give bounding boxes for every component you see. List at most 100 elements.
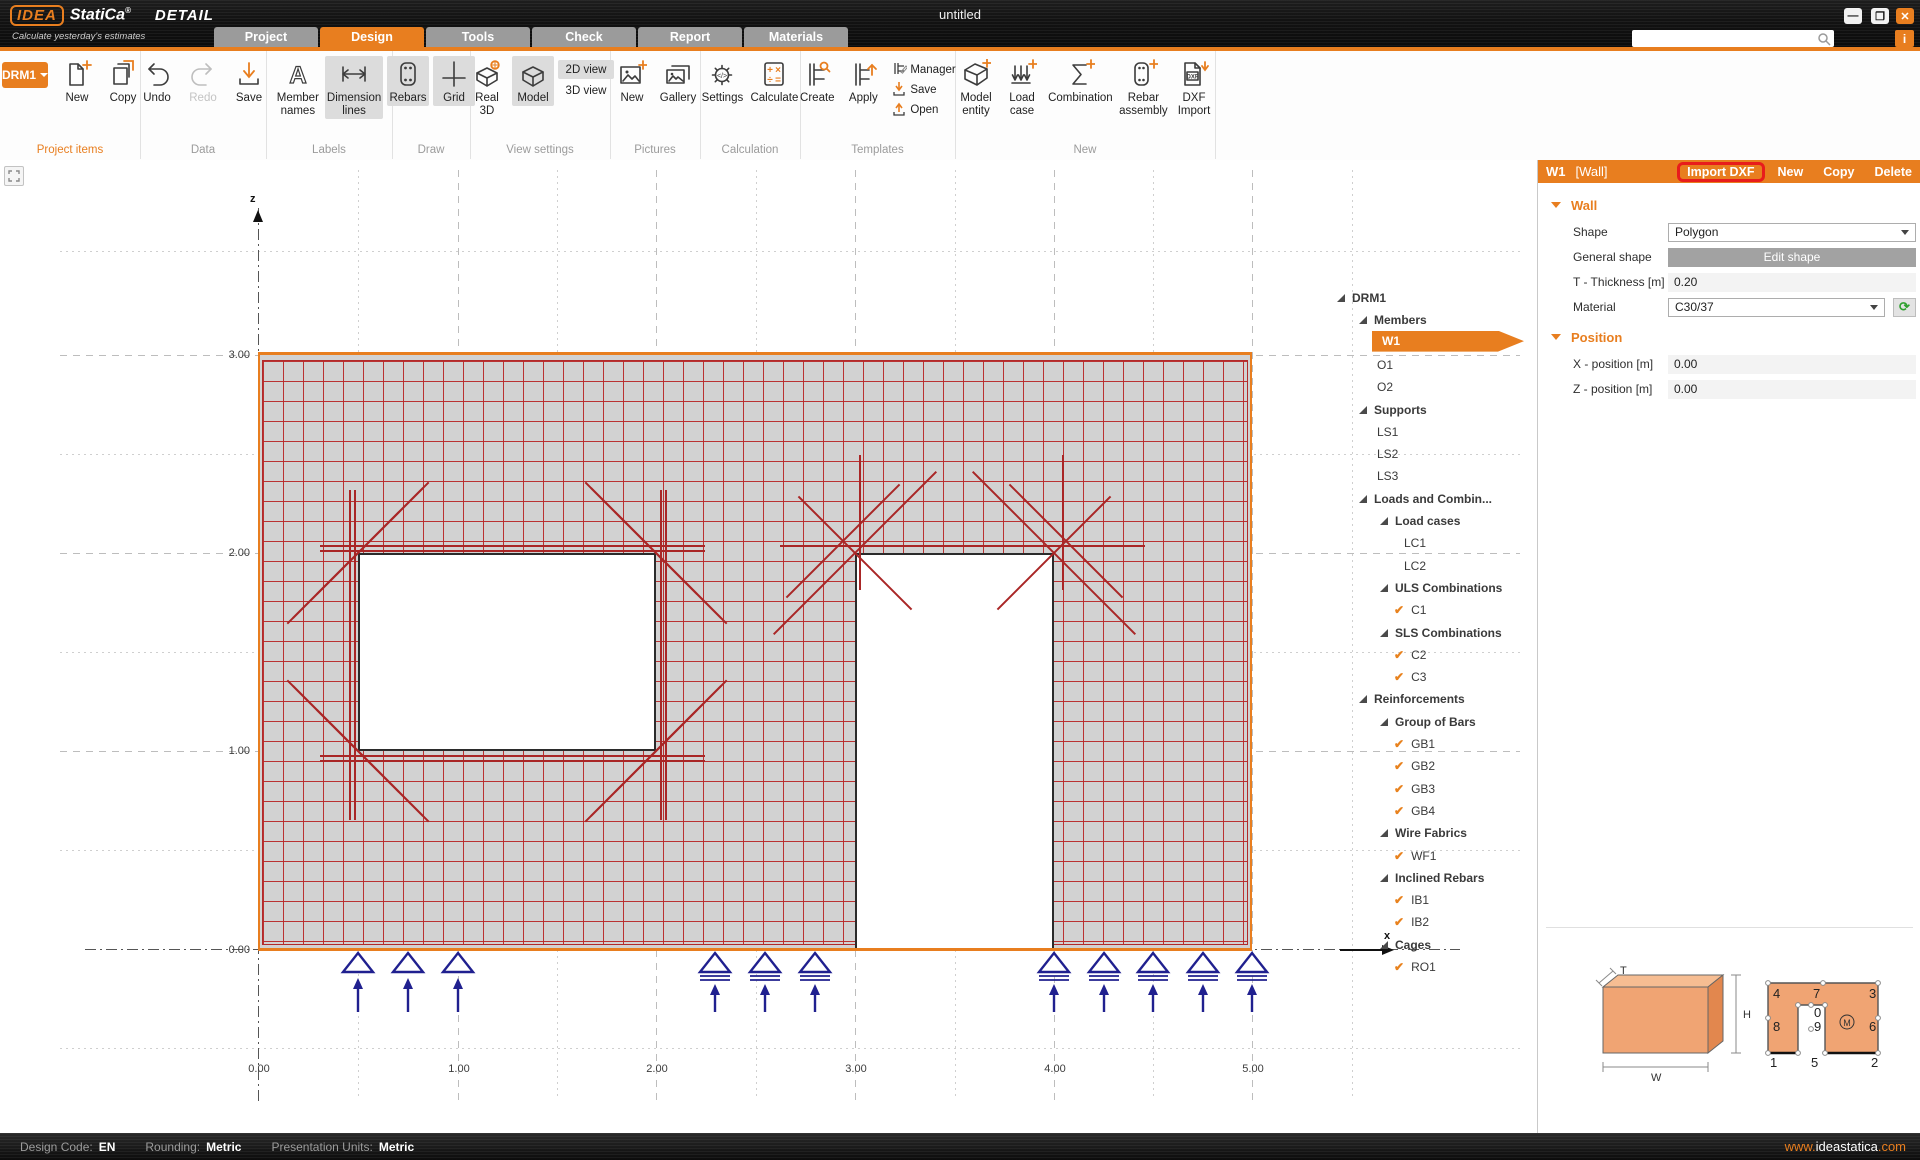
tree-item-gb2[interactable]: ✔GB2 — [1394, 756, 1435, 776]
expander-icon[interactable] — [1359, 406, 1367, 414]
tab-materials[interactable]: Materials — [744, 27, 848, 47]
new-button[interactable]: New — [611, 56, 653, 106]
support-icon[interactable] — [390, 950, 426, 1020]
tab-report[interactable]: Report — [638, 27, 742, 47]
tab-design[interactable]: Design — [320, 27, 424, 47]
tree-item-c2[interactable]: ✔C2 — [1394, 645, 1426, 665]
support-icon[interactable] — [797, 950, 833, 1020]
load-case-button[interactable]: Load case — [1001, 56, 1043, 119]
tree-item-ls2[interactable]: LS2 — [1377, 444, 1398, 464]
support-icon[interactable] — [440, 950, 476, 1020]
expander-icon[interactable] — [1380, 829, 1388, 837]
expander-icon[interactable] — [1380, 629, 1388, 637]
manager-template-button[interactable]: Manager — [888, 60, 958, 79]
2d-view-button[interactable]: 2D view — [558, 60, 614, 79]
tree-item-sls-combinations[interactable]: SLS Combinations — [1380, 623, 1502, 643]
expander-icon[interactable] — [1380, 941, 1388, 949]
rebars-button[interactable]: Rebars — [387, 56, 429, 106]
tree-item-ib1[interactable]: ✔IB1 — [1394, 890, 1429, 910]
rebar-assembly-button[interactable]: Rebar assembly — [1118, 56, 1169, 119]
tree-item-c1[interactable]: ✔C1 — [1394, 600, 1426, 620]
checkbox-checked-icon[interactable]: ✔ — [1394, 849, 1404, 863]
support-icon[interactable] — [697, 950, 733, 1020]
tree-item-ro1[interactable]: ✔RO1 — [1394, 957, 1436, 977]
close-button[interactable]: ✕ — [1896, 8, 1914, 24]
save-button[interactable]: Save — [228, 56, 270, 106]
support-icon[interactable] — [1135, 950, 1171, 1020]
tab-project[interactable]: Project — [214, 27, 318, 47]
import-dxf-button[interactable]: Import DXF — [1677, 162, 1764, 182]
tree-item-o1[interactable]: O1 — [1377, 355, 1393, 375]
tree-item-gb3[interactable]: ✔GB3 — [1394, 779, 1435, 799]
tree-item-uls-combinations[interactable]: ULS Combinations — [1380, 578, 1502, 598]
real-3d-button[interactable]: Real 3D — [466, 56, 508, 119]
expander-icon[interactable] — [1359, 695, 1367, 703]
checkbox-checked-icon[interactable]: ✔ — [1394, 603, 1404, 617]
window-opening-o1[interactable] — [358, 553, 656, 751]
tree-item-c3[interactable]: ✔C3 — [1394, 667, 1426, 687]
maximize-button[interactable]: ❐ — [1871, 8, 1889, 24]
expander-icon[interactable] — [1380, 517, 1388, 525]
tree-item-lc1[interactable]: LC1 — [1404, 533, 1426, 553]
3d-view-button[interactable]: 3D view — [558, 81, 614, 100]
expander-icon[interactable] — [1359, 316, 1367, 324]
tree-item-gb1[interactable]: ✔GB1 — [1394, 734, 1435, 754]
tree-item-load-cases[interactable]: Load cases — [1380, 511, 1460, 531]
tree-item-o2[interactable]: O2 — [1377, 377, 1393, 397]
tree-item-ls1[interactable]: LS1 — [1377, 422, 1398, 442]
gallery-button[interactable]: Gallery — [657, 56, 699, 106]
door-opening-o2[interactable] — [855, 553, 1054, 950]
tree-item-ls3[interactable]: LS3 — [1377, 466, 1398, 486]
drawing-canvas[interactable]: 0.001.002.003.004.005.003.002.001.000.00… — [0, 160, 1537, 1133]
model-button[interactable]: Model — [512, 56, 554, 106]
copy-button[interactable]: Copy — [1823, 165, 1854, 179]
expander-icon[interactable] — [1380, 584, 1388, 592]
settings-button[interactable]: </>Settings — [700, 56, 745, 106]
combination-button[interactable]: Combination — [1047, 56, 1114, 106]
calculate-button[interactable]: +×÷=Calculate — [749, 56, 800, 106]
expander-icon[interactable] — [1359, 495, 1367, 503]
model-entity-button[interactable]: Model entity — [955, 56, 997, 119]
x-position-m-field[interactable]: 0.00 — [1668, 355, 1916, 374]
new-button[interactable]: New — [56, 56, 98, 106]
tree-item-w1-selected[interactable]: W1 — [1372, 331, 1524, 352]
support-icon[interactable] — [340, 950, 376, 1020]
edit-shape-button[interactable]: Edit shape — [1668, 248, 1916, 267]
tree-item-wf1[interactable]: ✔WF1 — [1394, 846, 1436, 866]
redo-button[interactable]: Redo — [182, 56, 224, 106]
apply-button[interactable]: Apply — [842, 56, 884, 106]
website-link[interactable]: www.ideastatica.com — [1785, 1139, 1906, 1154]
z-position-m-field[interactable]: 0.00 — [1668, 380, 1916, 399]
save-template-button[interactable]: Save — [888, 80, 958, 99]
tree-item-wire-fabrics[interactable]: Wire Fabrics — [1380, 823, 1467, 843]
tree-item-cages[interactable]: Cages — [1380, 935, 1431, 955]
expander-icon[interactable] — [1337, 294, 1345, 302]
shape-dropdown[interactable]: Polygon — [1668, 223, 1916, 242]
tree-item-gb4[interactable]: ✔GB4 — [1394, 801, 1435, 821]
checkbox-checked-icon[interactable]: ✔ — [1394, 648, 1404, 662]
tree-item-ib2[interactable]: ✔IB2 — [1394, 912, 1429, 932]
refresh-material-button[interactable]: ⟳ — [1893, 298, 1916, 317]
minimize-button[interactable]: — — [1844, 8, 1862, 24]
new-button[interactable]: New — [1778, 165, 1804, 179]
search-box[interactable] — [1632, 30, 1834, 47]
tree-item-loads-and-combin[interactable]: Loads and Combin... — [1359, 489, 1492, 509]
member-names-button[interactable]: AMember names — [275, 56, 321, 119]
checkbox-checked-icon[interactable]: ✔ — [1394, 960, 1404, 974]
create-button[interactable]: Create — [796, 56, 838, 106]
tree-item-group-of-bars[interactable]: Group of Bars — [1380, 712, 1476, 732]
info-button[interactable]: i — [1895, 30, 1914, 47]
support-icon[interactable] — [1234, 950, 1270, 1020]
checkbox-checked-icon[interactable]: ✔ — [1394, 782, 1404, 796]
search-input[interactable] — [1632, 33, 1817, 45]
tree-item-supports[interactable]: Supports — [1359, 400, 1427, 420]
tree-item-inclined-rebars[interactable]: Inclined Rebars — [1380, 868, 1484, 888]
checkbox-checked-icon[interactable]: ✔ — [1394, 759, 1404, 773]
tree-item-lc2[interactable]: LC2 — [1404, 556, 1426, 576]
section-header-position[interactable]: Position — [1538, 326, 1920, 348]
support-icon[interactable] — [1086, 950, 1122, 1020]
fit-view-button[interactable] — [4, 166, 24, 186]
tree-item-reinforcements[interactable]: Reinforcements — [1359, 689, 1465, 709]
support-icon[interactable] — [1185, 950, 1221, 1020]
tree-item-members[interactable]: Members — [1359, 310, 1427, 330]
